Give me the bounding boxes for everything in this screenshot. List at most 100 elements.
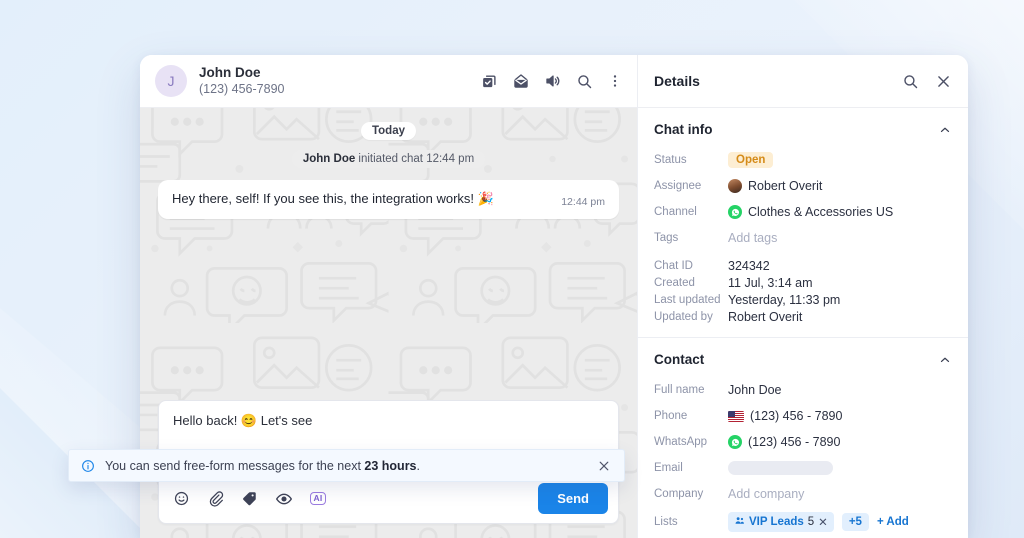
- ai-icon[interactable]: AI: [310, 491, 326, 506]
- contact-title: Contact: [654, 352, 705, 367]
- message-time: 12:44 pm: [561, 195, 605, 208]
- status-label: Status: [654, 154, 687, 166]
- row-email: Email: [654, 455, 952, 481]
- toast-text: You can send free-form messages for the …: [105, 459, 420, 473]
- row-assignee: Assignee Robert Overit: [654, 173, 952, 199]
- tags-placeholder[interactable]: Add tags: [728, 231, 777, 245]
- chevron-up-icon[interactable]: [938, 123, 952, 137]
- chat-header: J John Doe (123) 456-7890: [140, 55, 637, 108]
- tags-label: Tags: [654, 232, 679, 244]
- list-chip-name: VIP Leads: [749, 516, 804, 528]
- row-chat-id: Chat ID 324342: [654, 257, 952, 274]
- people-icon: [734, 515, 745, 529]
- created-value: 11 Jul, 3:14 am: [728, 275, 813, 290]
- assignee-value[interactable]: Robert Overit: [728, 179, 822, 193]
- row-updated-by: Updated by Robert Overit: [654, 308, 952, 325]
- toast-text-bold: 23 hours: [364, 458, 417, 473]
- phone-label: Phone: [654, 410, 688, 422]
- contact-section: Contact Full name John Doe Phone (123) 4…: [638, 337, 968, 538]
- assignee-label: Assignee: [654, 180, 702, 192]
- messages-container: Today John Doe initiated chat 12:44 pm H…: [140, 108, 637, 219]
- status-value: Open: [728, 152, 774, 168]
- row-whatsapp: WhatsApp (123) 456 - 7890: [654, 429, 952, 455]
- system-event-row: John Doe initiated chat 12:44 pm: [158, 150, 619, 168]
- email-label: Email: [654, 462, 683, 474]
- search-icon[interactable]: [902, 73, 919, 90]
- chat-id-value: 324342: [728, 258, 770, 273]
- us-flag-icon: [728, 410, 744, 422]
- contact-name: John Doe: [199, 65, 261, 81]
- last-updated-value: Yesterday, 11:33 pm: [728, 292, 841, 307]
- phone-value[interactable]: (123) 456 - 7890: [728, 409, 842, 423]
- full-name-label: Full name: [654, 384, 705, 396]
- more-vertical-icon[interactable]: [607, 73, 623, 89]
- row-created: Created 11 Jul, 3:14 am: [654, 274, 952, 291]
- send-button[interactable]: Send: [538, 483, 608, 514]
- channel-value[interactable]: Clothes & Accessories US: [728, 205, 893, 219]
- list-overflow-badge[interactable]: +5: [841, 513, 869, 531]
- chat-header-actions: [481, 72, 623, 90]
- chat-id-label: Chat ID: [654, 259, 693, 272]
- whatsapp-value[interactable]: (123) 456 - 7890: [728, 435, 840, 449]
- contact-identity: John Doe (123) 456-7890: [199, 65, 284, 97]
- chevron-up-icon[interactable]: [938, 353, 952, 367]
- list-chip-remove-icon[interactable]: ✕: [818, 515, 828, 529]
- open-envelope-icon[interactable]: [512, 72, 530, 90]
- list-chip-count: 5: [807, 516, 815, 528]
- row-lists: Lists VIP Leads 5 ✕ +5 + Add: [654, 507, 952, 537]
- lists-value: VIP Leads 5 ✕ +5 + Add: [728, 512, 909, 532]
- emoji-icon[interactable]: [173, 490, 190, 507]
- row-full-name: Full name John Doe: [654, 377, 952, 403]
- eye-icon[interactable]: [275, 490, 293, 508]
- task-check-icon[interactable]: [481, 73, 498, 90]
- tag-icon[interactable]: [241, 490, 258, 507]
- details-title: Details: [654, 73, 700, 89]
- whatsapp-icon: [728, 205, 742, 219]
- close-icon[interactable]: [935, 73, 952, 90]
- company-label: Company: [654, 488, 704, 500]
- list-chip[interactable]: VIP Leads 5 ✕: [728, 512, 834, 532]
- close-icon[interactable]: [597, 459, 611, 473]
- search-icon[interactable]: [576, 73, 593, 90]
- row-tags: Tags Add tags: [654, 225, 952, 251]
- message-text: Hey there, self! If you see this, the in…: [172, 191, 494, 206]
- updated-by-value: Robert Overit: [728, 309, 803, 324]
- free-form-window-toast: You can send free-form messages for the …: [68, 449, 625, 482]
- row-channel: Channel Clothes & Accessories US: [654, 199, 952, 225]
- day-divider-row: Today: [158, 122, 619, 140]
- whatsapp-number: (123) 456 - 7890: [748, 435, 841, 449]
- message-bubble[interactable]: Hey there, self! If you see this, the in…: [158, 180, 619, 219]
- last-updated-label: Last updated: [654, 293, 721, 306]
- channel-label: Channel: [654, 206, 697, 218]
- row-company: Company Add company: [654, 481, 952, 507]
- company-placeholder[interactable]: Add company: [728, 487, 804, 501]
- speaker-icon[interactable]: [544, 72, 562, 90]
- contact-header: Contact: [654, 352, 952, 367]
- whatsapp-label: WhatsApp: [654, 436, 708, 448]
- full-name-value[interactable]: John Doe: [728, 383, 782, 397]
- system-event-actor: John Doe: [302, 153, 356, 165]
- row-phone: Phone (123) 456 - 7890: [654, 403, 952, 429]
- composer-toolbar: AI Send: [159, 475, 618, 523]
- contact-phone: (123) 456-7890: [199, 82, 285, 97]
- toast-text-before: You can send free-form messages for the …: [105, 458, 365, 473]
- system-event: John Doe initiated chat 12:44 pm: [291, 150, 486, 168]
- updated-by-label: Updated by: [654, 310, 713, 323]
- whatsapp-icon: [728, 435, 742, 449]
- assignee-name: Robert Overit: [748, 179, 823, 193]
- paperclip-icon[interactable]: [207, 490, 224, 507]
- chat-info-section: Chat info Status Open Assignee Robert Ov…: [638, 108, 968, 337]
- day-divider: Today: [360, 122, 416, 140]
- details-header: Details: [638, 55, 968, 108]
- status-badge[interactable]: Open: [728, 152, 774, 168]
- row-last-updated: Last updated Yesterday, 11:33 pm: [654, 291, 952, 308]
- system-event-text: initiated chat 12:44 pm: [355, 153, 475, 165]
- channel-name: Clothes & Accessories US: [748, 205, 894, 219]
- email-value[interactable]: [728, 461, 833, 475]
- row-status: Status Open: [654, 147, 952, 173]
- details-panel: Details Chat info Status Open Assignee R…: [637, 55, 968, 538]
- details-header-actions: [902, 73, 952, 90]
- info-icon: [81, 459, 95, 473]
- add-list-button[interactable]: + Add: [877, 516, 909, 528]
- avatar: J: [155, 65, 187, 97]
